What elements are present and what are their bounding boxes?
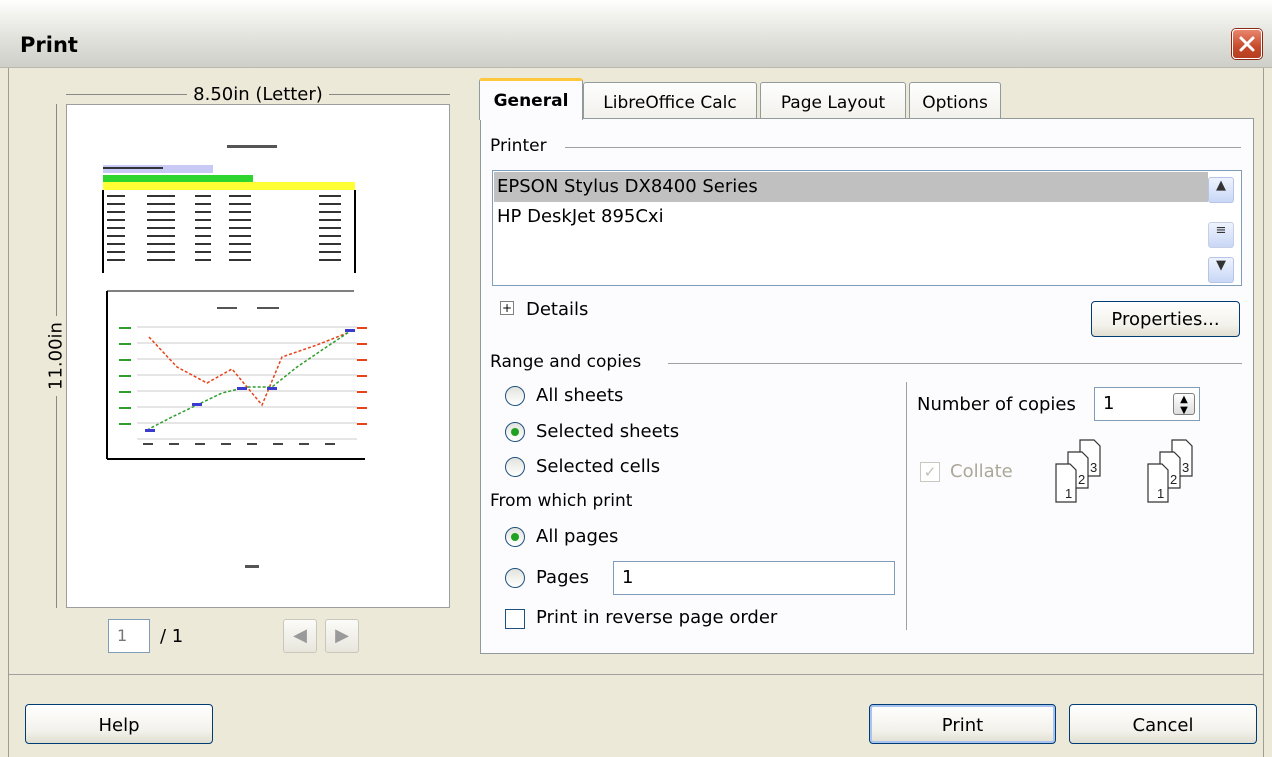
tab-options[interactable]: Options [909,82,1001,120]
svg-text:2: 2 [1078,472,1085,487]
arrow-left-icon: ◀ [293,625,307,646]
cancel-button[interactable]: Cancel [1069,704,1257,744]
arrow-right-icon: ▶ [335,625,349,646]
all-pages-radio[interactable] [505,527,525,547]
tab-general[interactable]: General [479,78,583,120]
preview-thumbnail [102,145,367,568]
paper-height-label: 11.00in [45,316,67,396]
pages-input[interactable]: 1 [613,561,895,595]
grip-icon: ≡ [1215,223,1227,238]
footer-divider [9,674,1263,675]
properties-button[interactable]: Properties... [1091,301,1240,337]
svg-text:1: 1 [1065,486,1072,501]
title-bar: Print [0,0,1272,68]
from-which-print-label: From which print [490,491,633,511]
reverse-order-checkbox[interactable] [505,609,525,629]
svg-text:3: 3 [1182,460,1189,475]
previous-page-button[interactable]: ◀ [283,619,317,653]
svg-text:2: 2 [1170,472,1177,487]
paper-size-label: 8.50in (Letter) [187,84,329,105]
window-title: Print [20,33,78,57]
preview-page-number-input[interactable]: 1 [108,619,150,653]
range-copies-divider [906,382,907,630]
pages-radio[interactable] [505,568,525,588]
printer-list[interactable]: EPSON Stylus DX8400 Series HP DeskJet 89… [492,170,1242,286]
scrollbar-thumb[interactable]: ≡ [1208,222,1234,248]
collate-label[interactable]: Collate [950,461,1013,482]
details-label[interactable]: Details [526,299,588,320]
all-pages-label[interactable]: All pages [536,526,618,547]
svg-text:1: 1 [1157,486,1164,501]
selected-cells-label[interactable]: Selected cells [536,456,660,477]
pages-label[interactable]: Pages [536,567,589,588]
scroll-up-button[interactable]: ▲ [1208,177,1234,203]
collate-pages-icon-2: 321 [1147,439,1193,503]
selected-sheets-radio[interactable] [505,422,525,442]
paper-height-indicator: 11.00in [44,104,68,608]
next-page-button[interactable]: ▶ [325,619,359,653]
printer-section-divider [565,147,1241,148]
preview-page-total: / 1 [160,626,184,647]
tab-libreoffice-calc[interactable]: LibreOffice Calc [583,82,757,120]
selected-cells-radio[interactable] [505,457,525,477]
close-button[interactable] [1232,29,1262,59]
paper-width-indicator: 8.50in (Letter) [66,84,450,105]
number-of-copies-input[interactable]: 1 ▲ ▼ [1094,387,1200,421]
collate-pages-icon: 321 [1055,439,1101,503]
collate-checkbox[interactable]: ✓ [920,462,940,482]
printer-list-item[interactable]: HP DeskJet 895Cxi [494,202,1208,232]
scroll-down-button[interactable]: ▼ [1208,257,1234,283]
chevron-down-icon: ▼ [1216,258,1226,273]
number-of-copies-value: 1 [1103,393,1115,414]
number-of-copies-label: Number of copies [917,394,1076,415]
reverse-order-label[interactable]: Print in reverse page order [536,607,777,628]
selected-sheets-label[interactable]: Selected sheets [536,421,679,442]
close-icon [1239,36,1255,52]
range-section-divider [668,363,1242,364]
printer-section-label: Printer [490,136,547,156]
all-sheets-label[interactable]: All sheets [536,385,623,406]
spin-button[interactable]: ▲ ▼ [1173,393,1195,416]
svg-text:3: 3 [1090,460,1097,475]
tab-page-layout[interactable]: Page Layout [760,82,906,120]
help-button[interactable]: Help [25,704,213,744]
range-section-label: Range and copies [490,352,642,372]
chevron-up-icon: ▲ [1216,178,1226,193]
expand-details-icon[interactable]: + [500,301,514,315]
all-sheets-radio[interactable] [505,386,525,406]
printer-list-item[interactable]: EPSON Stylus DX8400 Series [494,172,1208,202]
print-button[interactable]: Print [869,704,1056,744]
print-preview-page [66,104,450,608]
